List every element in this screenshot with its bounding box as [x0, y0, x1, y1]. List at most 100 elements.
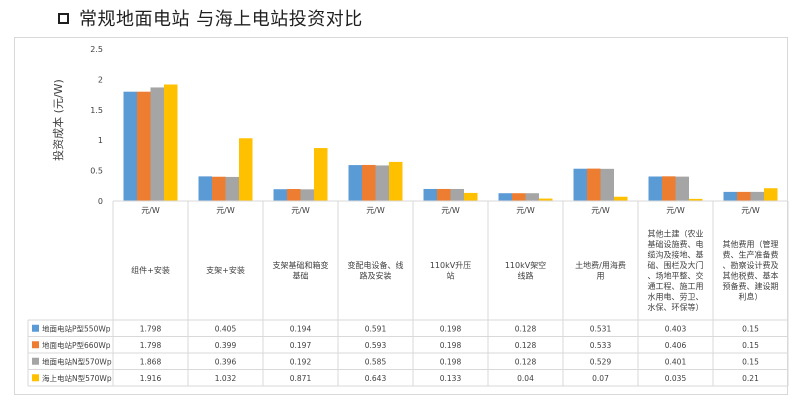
bar	[573, 168, 587, 201]
legend-label: 地面电站P型660Wp	[42, 340, 111, 350]
y-tick-label: 0	[98, 197, 103, 206]
bar	[314, 148, 328, 201]
bar	[123, 91, 137, 201]
unit-label: 元/W	[666, 206, 685, 215]
data-value-cell: 0.405	[215, 324, 237, 333]
bar	[164, 84, 178, 201]
bar	[212, 176, 226, 201]
unit-label: 元/W	[366, 206, 385, 215]
data-value-cell: 0.128	[515, 357, 537, 366]
data-value-cell: 0.591	[365, 324, 387, 333]
y-tick-label: 1	[98, 136, 103, 145]
data-value-cell: 0.399	[215, 341, 237, 350]
bar	[498, 193, 512, 201]
bar	[300, 189, 314, 201]
bar	[737, 191, 751, 201]
data-value-cell: 0.406	[665, 341, 687, 350]
data-value-cell: 0.396	[215, 357, 237, 366]
data-value-cell: 0.128	[515, 341, 537, 350]
data-value-cell: 0.401	[665, 357, 687, 366]
bar	[675, 176, 689, 201]
y-tick-label: 1.5	[90, 106, 103, 115]
legend-key	[32, 374, 39, 382]
bar	[239, 138, 253, 201]
category-label: 组件+安装	[131, 265, 170, 275]
data-value-cell: 0.128	[515, 324, 537, 333]
bar	[375, 165, 389, 201]
data-value-cell: 0.21	[742, 374, 759, 383]
data-value-cell: 0.198	[440, 341, 462, 350]
bar	[348, 165, 362, 201]
data-value-cell: 1.798	[140, 341, 162, 350]
bar	[450, 188, 464, 201]
data-value-cell: 0.529	[590, 357, 612, 366]
data-value-cell: 0.198	[440, 324, 462, 333]
data-value-cell: 0.585	[365, 357, 387, 366]
category-label: 支架+安装	[206, 265, 245, 275]
legend-key	[32, 341, 39, 349]
bar	[750, 191, 764, 201]
legend-label: 地面电站P型550Wp	[42, 323, 111, 333]
bar	[614, 196, 628, 201]
data-value-cell: 0.192	[290, 357, 312, 366]
y-tick-label: 2.5	[90, 45, 103, 54]
unit-label: 元/W	[141, 206, 160, 215]
bar	[273, 189, 287, 201]
bar	[287, 189, 301, 201]
bar	[648, 176, 662, 201]
category-label: 110kV架空线路	[505, 260, 546, 281]
category-label: 110kV升压站	[430, 261, 471, 281]
category-label: 变配电设备、线路及安装	[348, 260, 404, 281]
legend-label: 地面电站N型570Wp	[42, 356, 112, 366]
data-value-cell: 0.403	[665, 324, 687, 333]
bar	[437, 188, 451, 201]
bar	[225, 176, 239, 201]
unit-label: 元/W	[216, 206, 235, 215]
bar	[600, 168, 614, 201]
y-tick-label: 0.5	[90, 167, 103, 176]
data-value-cell: 0.15	[742, 341, 759, 350]
bar	[362, 164, 376, 201]
bar	[587, 168, 601, 201]
bar-chart: 0 0.5 1 1.5 2 2.5 元/W 组件+安装 元/W 支架+安装 元/W 支架基础和箱变基础…	[27, 45, 789, 387]
bar	[512, 193, 526, 201]
data-value-cell: 0.871	[290, 374, 312, 383]
legend-label: 海上电站N型570Wp	[42, 373, 112, 383]
bar	[764, 188, 778, 201]
data-value-cell: 0.198	[440, 357, 462, 366]
data-value-cell: 0.194	[290, 324, 312, 333]
data-value-cell: 0.15	[742, 357, 759, 366]
bar	[150, 87, 164, 201]
data-value-cell: 0.531	[590, 324, 612, 333]
data-value-cell: 1.916	[140, 374, 162, 383]
bar	[662, 176, 676, 201]
unit-label: 元/W	[291, 206, 310, 215]
legend-key	[32, 357, 39, 365]
data-value-cell: 0.04	[517, 374, 534, 383]
data-value-cell: 0.197	[290, 341, 312, 350]
data-value-cell: 0.035	[665, 374, 687, 383]
data-value-cell: 0.643	[365, 374, 387, 383]
unit-label: 元/W	[516, 206, 535, 215]
data-value-cell: 1.868	[140, 357, 162, 366]
data-value-cell: 0.593	[365, 341, 387, 350]
data-value-cell: 1.798	[140, 324, 162, 333]
category-label: 其他土建（农业基础设施费、电缆沟及接地、基础、围栏及大门、场地平整、交通工程、施…	[648, 228, 704, 312]
bar	[423, 188, 437, 201]
data-value-cell: 0.533	[590, 341, 612, 350]
bar	[525, 193, 539, 201]
bar	[137, 91, 151, 201]
category-label: 支架基础和箱变基础	[273, 260, 329, 281]
bar	[464, 192, 478, 201]
category-label: 其他费用（管理费、生产准备费、勘察设计费及其他税费、基本预备费、建设期利息）	[723, 239, 779, 302]
y-tick-label: 2	[98, 75, 103, 84]
bar	[723, 191, 737, 201]
data-value-cell: 0.07	[592, 374, 609, 383]
data-value-cell: 0.133	[440, 374, 462, 383]
unit-label: 元/W	[591, 206, 610, 215]
bar	[389, 161, 403, 201]
data-value-cell: 1.032	[215, 374, 237, 383]
category-label: 土地费/用海费用	[575, 260, 626, 281]
bar	[198, 176, 212, 201]
unit-label: 元/W	[441, 206, 460, 215]
